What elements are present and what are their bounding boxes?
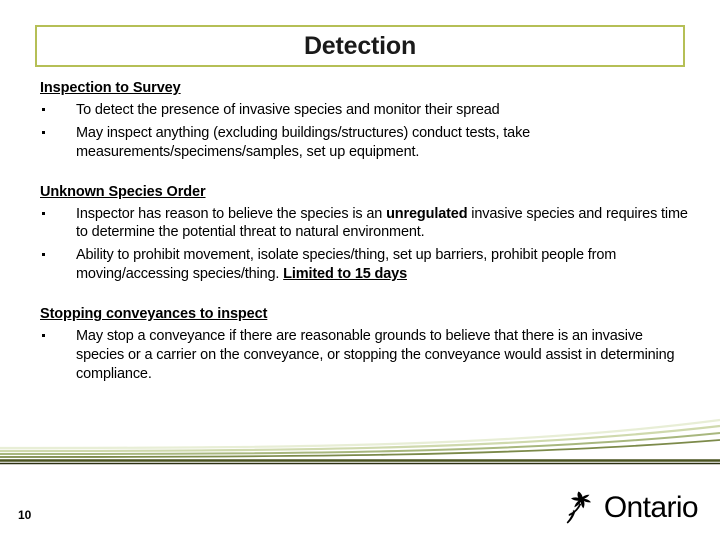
slide-title-box: Detection	[35, 25, 685, 67]
list-item: Ability to prohibit movement, isolate sp…	[38, 246, 694, 284]
bullet-dot-icon	[42, 211, 45, 215]
page-number: 10	[18, 508, 32, 522]
bullet-list: May stop a conveyance if there are reaso…	[38, 327, 694, 384]
slide: Detection Inspection to Survey To detect…	[0, 0, 720, 540]
section-heading: Inspection to Survey	[40, 80, 181, 96]
bullet-dot-icon	[42, 108, 45, 111]
section-heading: Stopping conveyances to inspect	[40, 305, 268, 322]
trillium-icon	[566, 491, 591, 524]
bullet-list: To detect the presence of invasive speci…	[38, 101, 694, 162]
list-item: Inspector has reason to believe the spec…	[38, 205, 694, 243]
bullet-text: Ability to prohibit movement, isolate sp…	[76, 247, 617, 283]
section-heading: Unknown Species Order	[40, 183, 206, 200]
section-inspection-to-survey: Inspection to Survey To detect the prese…	[38, 80, 694, 162]
slide-body: Inspection to Survey To detect the prese…	[38, 80, 694, 397]
bullet-text: To detect the presence of invasive speci…	[76, 102, 500, 118]
bullet-text: Inspector has reason to believe the spec…	[76, 205, 688, 241]
decorative-swoosh	[0, 418, 720, 465]
bullet-dot-icon	[42, 333, 45, 337]
section-unknown-species-order: Unknown Species Order Inspector has reas…	[38, 184, 694, 284]
bullet-text: May stop a conveyance if there are reaso…	[76, 327, 675, 382]
list-item: To detect the presence of invasive speci…	[38, 101, 694, 120]
bullet-text: May inspect anything (excluding building…	[76, 124, 531, 160]
bullet-list: Inspector has reason to believe the spec…	[38, 205, 694, 284]
page-title: Detection	[303, 31, 417, 60]
list-item: May stop a conveyance if there are reaso…	[38, 327, 694, 384]
ontario-wordmark: Ontario	[603, 491, 699, 524]
list-item: May inspect anything (excluding building…	[38, 124, 694, 162]
bullet-dot-icon	[42, 253, 45, 257]
ontario-logo: Ontario	[558, 488, 699, 528]
section-stopping-conveyances: Stopping conveyances to inspect May stop…	[38, 306, 694, 384]
bullet-dot-icon	[42, 130, 45, 134]
